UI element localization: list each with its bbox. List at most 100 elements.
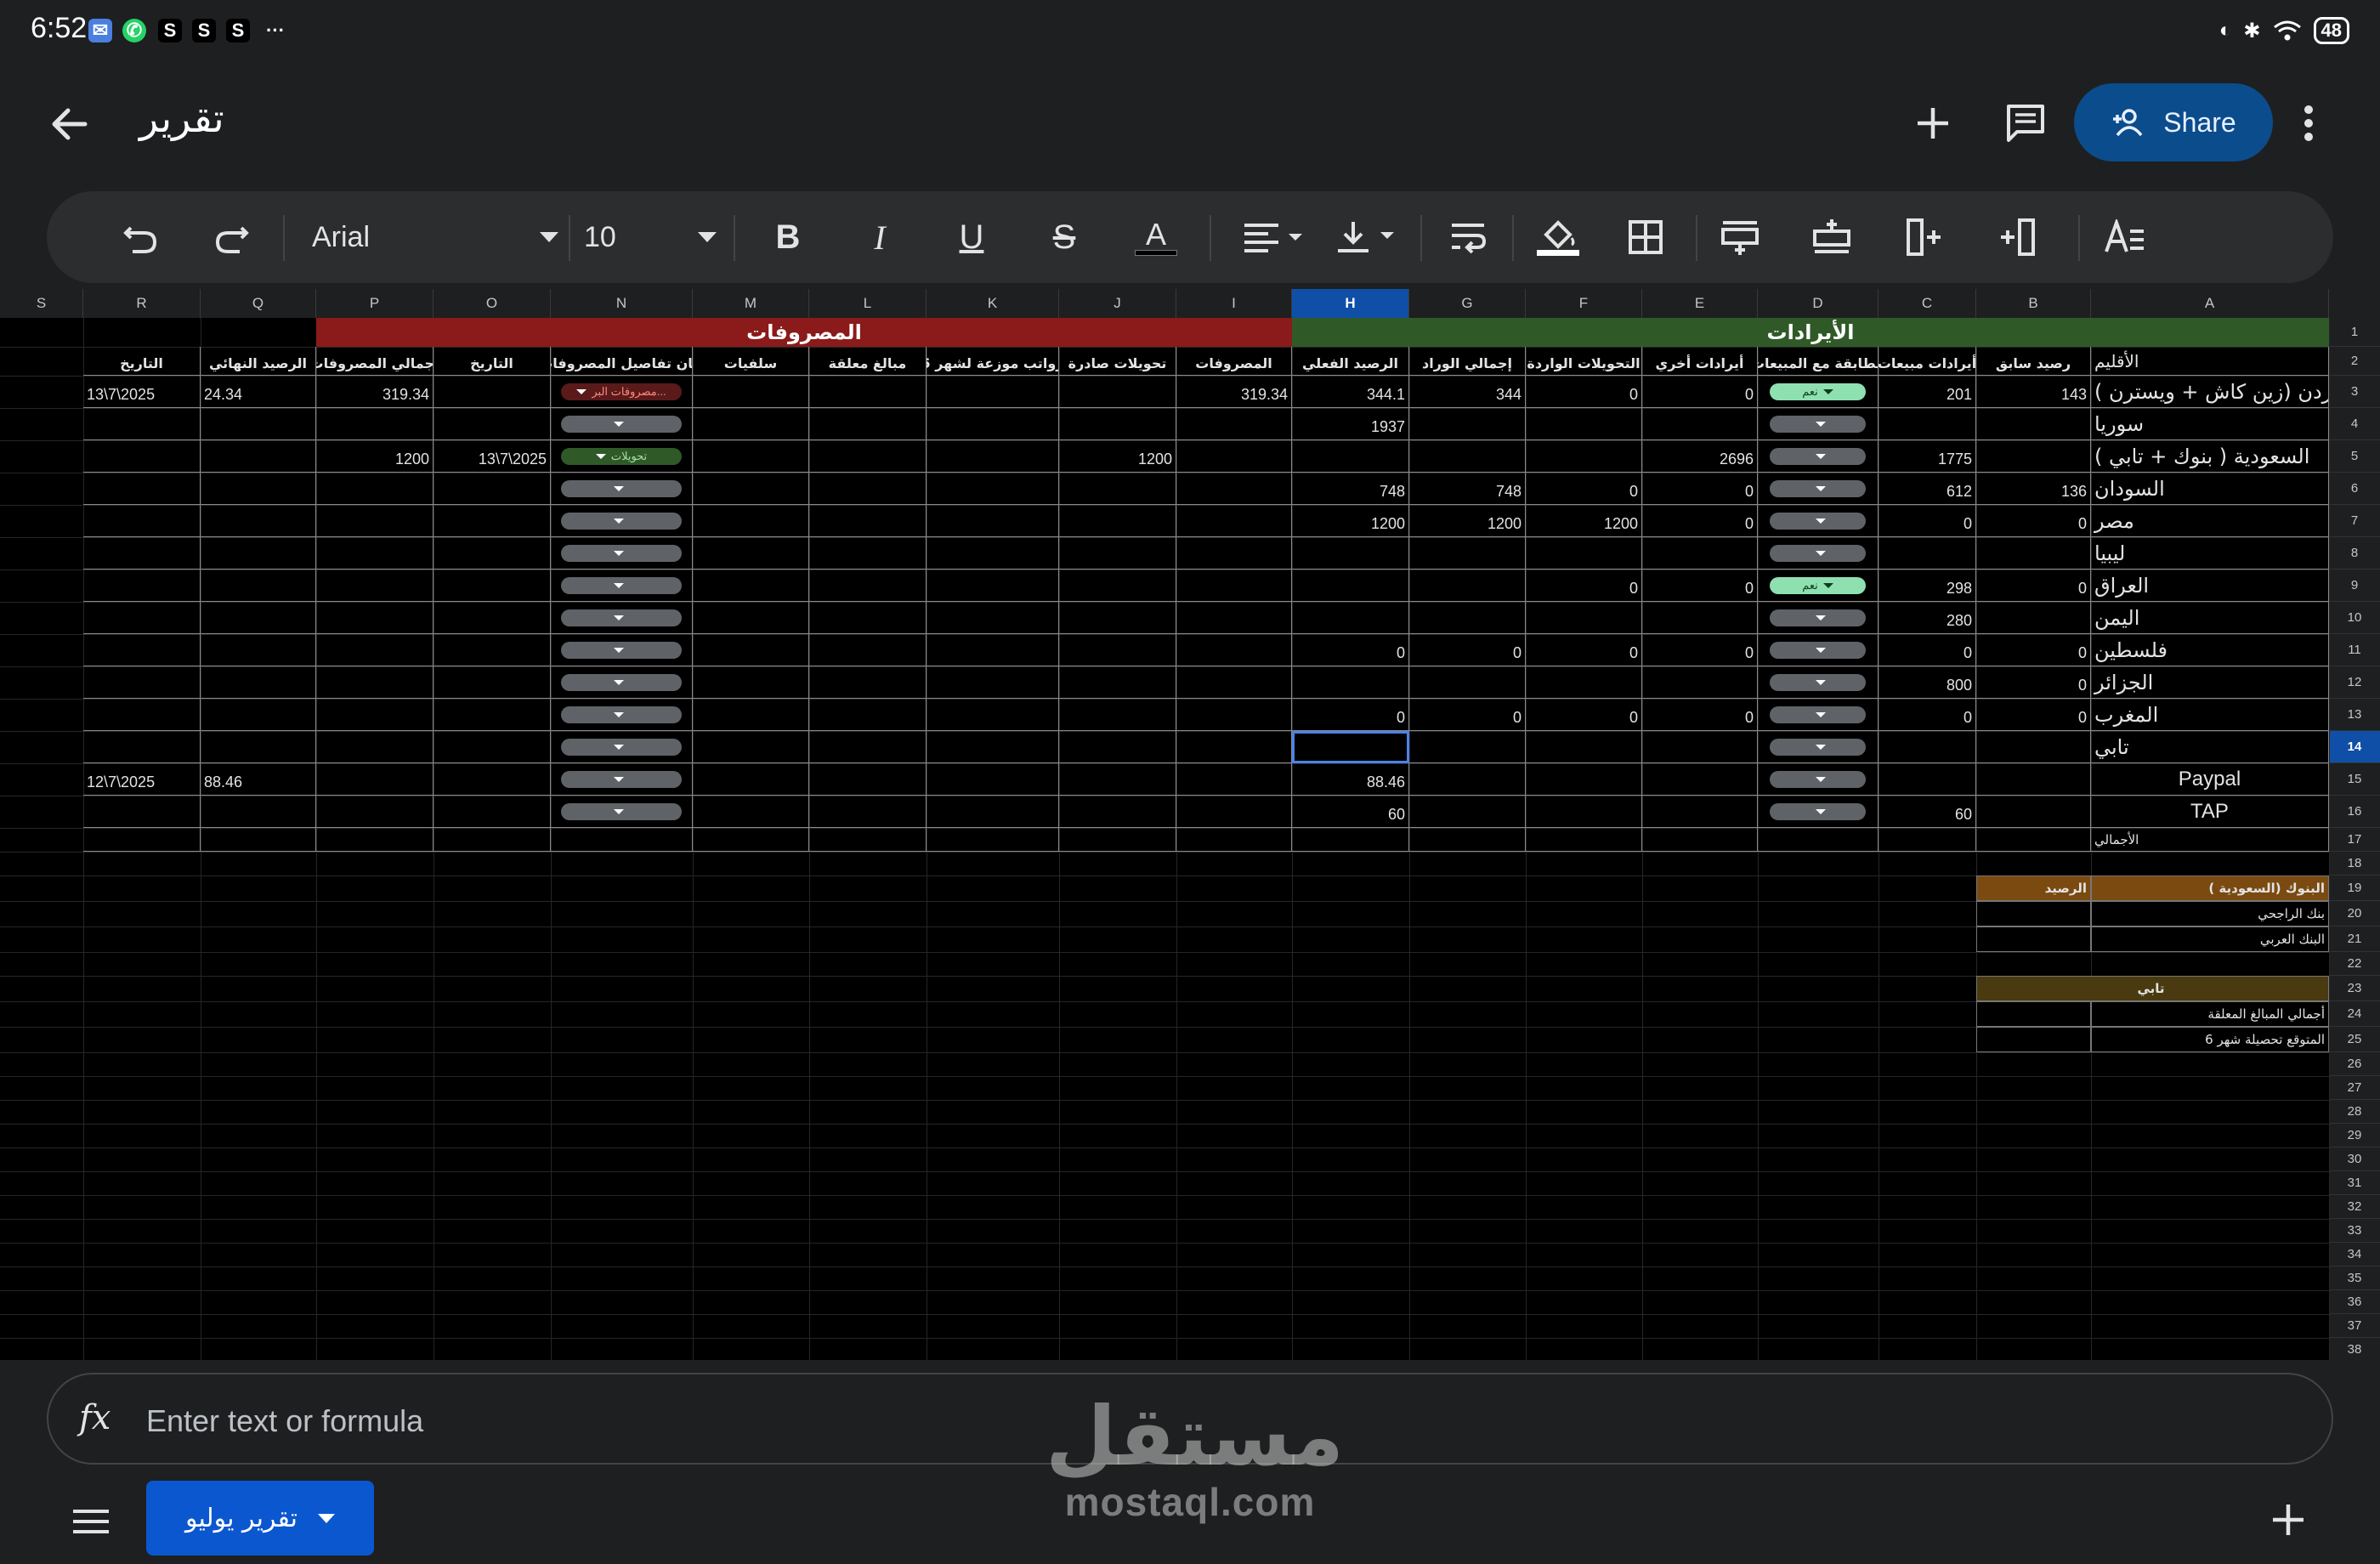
value-cell[interactable] bbox=[926, 505, 1059, 537]
value-cell[interactable] bbox=[926, 570, 1059, 602]
date-cell[interactable] bbox=[434, 731, 551, 763]
value-cell[interactable] bbox=[201, 440, 316, 473]
bank-name-cell[interactable]: بنك الراجحي bbox=[2091, 901, 2329, 926]
value-cell[interactable] bbox=[1059, 763, 1176, 796]
value-cell[interactable] bbox=[1292, 666, 1409, 699]
date-cell[interactable] bbox=[434, 763, 551, 796]
value-cell[interactable] bbox=[316, 634, 434, 666]
total-cell[interactable] bbox=[693, 828, 809, 852]
value-cell[interactable]: 0 bbox=[1642, 473, 1758, 505]
insert-row-below-button[interactable] bbox=[1805, 210, 1859, 264]
underline-button[interactable]: U bbox=[944, 210, 999, 264]
value-cell[interactable] bbox=[1059, 505, 1176, 537]
value-cell[interactable] bbox=[1292, 440, 1409, 473]
value-cell[interactable] bbox=[1409, 408, 1526, 440]
tabby-label-cell[interactable]: أجمالي المبالغ المعلقة bbox=[2091, 1001, 2329, 1027]
row-header[interactable]: 9 bbox=[2329, 570, 2380, 602]
value-cell[interactable]: 344.1 bbox=[1292, 376, 1409, 408]
row-header[interactable]: 17 bbox=[2329, 828, 2380, 852]
value-cell[interactable] bbox=[1642, 537, 1758, 570]
row-header[interactable]: 15 bbox=[2329, 763, 2380, 796]
total-cell[interactable] bbox=[434, 828, 551, 852]
total-cell[interactable] bbox=[551, 828, 693, 852]
sales-match-cell[interactable] bbox=[1758, 699, 1878, 731]
value-cell[interactable] bbox=[1059, 537, 1176, 570]
value-cell[interactable]: 1200 bbox=[1292, 505, 1409, 537]
dropdown-chip[interactable]: نعم bbox=[1770, 383, 1866, 400]
row-header[interactable]: 22 bbox=[2329, 952, 2380, 976]
tabby-value-cell[interactable] bbox=[1976, 1027, 2091, 1052]
date-cell[interactable] bbox=[434, 537, 551, 570]
all-sheets-button[interactable] bbox=[70, 1504, 112, 1538]
value-cell[interactable]: 1200 bbox=[1409, 505, 1526, 537]
dropdown-chip[interactable] bbox=[1770, 642, 1866, 659]
row-header[interactable]: 36 bbox=[2329, 1290, 2380, 1314]
column-header[interactable]: A bbox=[2091, 289, 2329, 318]
dropdown-chip[interactable] bbox=[561, 545, 682, 562]
value-cell[interactable]: 136 bbox=[1976, 473, 2091, 505]
value-cell[interactable]: 1200 bbox=[1526, 505, 1642, 537]
expense-detail-cell[interactable] bbox=[551, 796, 693, 828]
total-cell[interactable] bbox=[1878, 828, 1976, 852]
column-title[interactable]: تحويلات صادرة bbox=[1059, 347, 1176, 376]
value-cell[interactable] bbox=[1526, 440, 1642, 473]
value-cell[interactable] bbox=[201, 505, 316, 537]
dropdown-chip[interactable] bbox=[1770, 480, 1866, 497]
column-header[interactable]: O bbox=[434, 289, 551, 318]
value-cell[interactable] bbox=[809, 731, 926, 763]
back-button[interactable] bbox=[42, 97, 97, 151]
sales-match-cell[interactable] bbox=[1758, 408, 1878, 440]
date-cell[interactable]: 12\7\2025 bbox=[83, 763, 201, 796]
fill-color-button[interactable] bbox=[1531, 210, 1585, 264]
value-cell[interactable] bbox=[926, 602, 1059, 634]
value-cell[interactable] bbox=[1878, 408, 1976, 440]
value-cell[interactable]: 1200 bbox=[316, 440, 434, 473]
row-header[interactable]: 32 bbox=[2329, 1195, 2380, 1219]
value-cell[interactable] bbox=[1176, 796, 1292, 828]
value-cell[interactable]: 0 bbox=[1292, 634, 1409, 666]
dropdown-chip[interactable] bbox=[1770, 609, 1866, 626]
expense-detail-cell[interactable] bbox=[551, 763, 693, 796]
formula-input[interactable]: Enter text or formula bbox=[146, 1403, 423, 1439]
value-cell[interactable] bbox=[201, 731, 316, 763]
expense-detail-cell[interactable] bbox=[551, 537, 693, 570]
font-size-select[interactable]: 10 bbox=[584, 210, 728, 264]
value-cell[interactable] bbox=[693, 796, 809, 828]
expense-detail-cell[interactable]: تحويلات bbox=[551, 440, 693, 473]
date-cell[interactable] bbox=[83, 666, 201, 699]
column-header[interactable]: D bbox=[1758, 289, 1878, 318]
value-cell[interactable] bbox=[1526, 666, 1642, 699]
value-cell[interactable] bbox=[1878, 763, 1976, 796]
value-cell[interactable] bbox=[1409, 763, 1526, 796]
value-cell[interactable]: 0 bbox=[1642, 570, 1758, 602]
value-cell[interactable]: 24.34 bbox=[201, 376, 316, 408]
value-cell[interactable] bbox=[1059, 408, 1176, 440]
row-header[interactable]: 11 bbox=[2329, 634, 2380, 666]
value-cell[interactable] bbox=[201, 634, 316, 666]
row-header[interactable]: 2 bbox=[2329, 347, 2380, 376]
value-cell[interactable]: 60 bbox=[1292, 796, 1409, 828]
column-title[interactable]: التحويلات الواردة bbox=[1526, 347, 1642, 376]
value-cell[interactable] bbox=[926, 731, 1059, 763]
expense-detail-cell[interactable] bbox=[551, 666, 693, 699]
value-cell[interactable]: 88.46 bbox=[1292, 763, 1409, 796]
text-wrap-button[interactable] bbox=[1441, 210, 1495, 264]
date-cell[interactable] bbox=[83, 796, 201, 828]
column-title[interactable]: رصيد سابق bbox=[1976, 347, 2091, 376]
value-cell[interactable] bbox=[1059, 602, 1176, 634]
date-cell[interactable] bbox=[83, 602, 201, 634]
value-cell[interactable] bbox=[1292, 602, 1409, 634]
value-cell[interactable] bbox=[1409, 602, 1526, 634]
row-header[interactable]: 31 bbox=[2329, 1171, 2380, 1195]
add-sheet-button[interactable] bbox=[2264, 1496, 2312, 1544]
bank-balance-cell[interactable] bbox=[1976, 926, 2091, 952]
dropdown-chip[interactable] bbox=[1770, 448, 1866, 465]
cells-area[interactable]: المصروفات الأيرادات التاريخ الرصيد النهائي أ… bbox=[0, 318, 2330, 1360]
value-cell[interactable]: 0 bbox=[1976, 505, 2091, 537]
row-header[interactable]: 20 bbox=[2329, 901, 2380, 926]
row-header[interactable]: 34 bbox=[2329, 1243, 2380, 1266]
total-label[interactable]: الأجمالي bbox=[2091, 828, 2329, 852]
column-header[interactable]: H bbox=[1292, 289, 1409, 318]
value-cell[interactable] bbox=[316, 473, 434, 505]
row-header[interactable]: 38 bbox=[2329, 1338, 2380, 1360]
